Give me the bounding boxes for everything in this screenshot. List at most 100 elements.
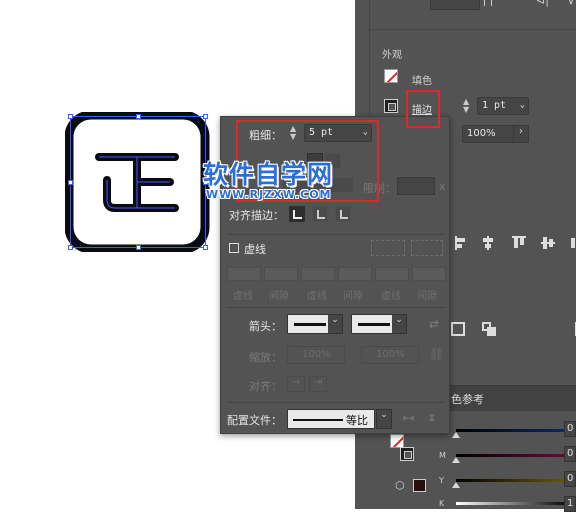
transform-strip: ⊲| ⊽ [370,0,576,30]
resize-handle[interactable] [203,114,208,119]
align-top-icon[interactable] [512,236,526,250]
gap-field-3[interactable] [412,267,446,281]
channel-label-y: Y [439,476,444,485]
align-stroke-inside-icon[interactable] [312,206,328,222]
resize-handle[interactable] [136,245,141,250]
arrow-tip-at-end-icon[interactable]: ⇥ [309,376,327,392]
chevron-down-icon: ⌄ [392,315,406,333]
tab-color-guide[interactable]: 色参考 [451,391,484,407]
color-stroke-swatch[interactable] [400,447,414,461]
watermark-title: 软件自学网 [203,160,334,189]
opacity-arrow-button[interactable]: › [513,125,529,143]
stroke-weight-dropdown[interactable]: 1 pt ⌄ [477,97,529,115]
dash-field-1[interactable] [227,267,261,281]
magenta-slider-track[interactable] [456,454,570,457]
stroke-swatch[interactable] [384,99,398,113]
arrow-align-label: 对齐： [249,380,282,393]
cyan-value[interactable]: 0 [564,421,576,437]
dash-align-icon[interactable] [411,240,443,256]
dash-field-3[interactable] [375,267,409,281]
chevron-down-icon: ⌄ [519,100,525,110]
arrow-tip-beyond-icon[interactable]: → [287,376,305,392]
start-scale-field[interactable]: 100% [287,346,345,364]
chevron-down-icon: ⌄ [328,315,342,333]
dashed-label: 虚线 [244,243,266,256]
resize-handle[interactable] [68,245,73,250]
spinner-icon[interactable] [484,0,492,6]
dash-label-1: 虚线 [233,291,253,302]
link-scale-icon[interactable]: ⛓ [429,347,444,361]
align-left-icon[interactable] [455,236,467,250]
flip-vertical-icon[interactable]: ⊽ [567,0,575,7]
channel-label-k: K [439,499,445,508]
selection-bounding-box [70,116,206,248]
flip-icon[interactable]: ⊲| [536,0,549,7]
watermark-url: WWW.RJZXW.COM [206,188,332,201]
stroke-weight-stepper[interactable]: ▲ ▼ [463,98,473,114]
yellow-slider-thumb[interactable] [452,482,460,488]
color-fill-swatch[interactable] [390,434,404,448]
profile-value: 等比 [346,414,368,427]
cyan-slider-track[interactable] [456,429,570,432]
scale-label: 缩放： [249,351,282,364]
gap-label-3: 间隙 [417,291,437,302]
pathfinder-minus-icon[interactable] [482,322,496,336]
dash-field-2[interactable] [301,267,335,281]
dash-label-2: 虚线 [307,291,327,302]
resize-handle[interactable] [68,114,73,119]
end-scale-value: 100% [376,349,405,360]
appearance-section-title: 外观 [382,50,402,61]
cube-icon[interactable]: ⬡ [395,479,405,492]
profile-label: 配置文件： [227,414,282,427]
resize-handle[interactable] [136,114,141,119]
limit-field[interactable] [397,177,435,195]
color-swatch[interactable] [413,479,426,492]
end-scale-field[interactable]: 100% [361,346,419,364]
stroke-weight-value: 1 pt [482,100,507,111]
align-middle-icon[interactable] [541,236,555,250]
channel-label-m: M [439,451,446,460]
opacity-field[interactable]: 100% [462,125,514,143]
gap-label-1: 间隙 [269,291,289,302]
watermark: 软件自学网 WWW.RJZXW.COM [203,155,333,201]
resize-handle[interactable] [68,180,73,185]
arrowheads-label: 箭头： [249,320,282,333]
separator [227,307,445,308]
limit-suffix: x [439,180,446,193]
align-bottom-icon[interactable] [569,236,576,250]
align-stroke-label: 对齐描边： [229,209,284,222]
flip-along-icon[interactable]: ▸◂ [403,411,414,424]
start-arrowhead-dropdown[interactable]: ⌄ [287,314,343,334]
black-slider-track[interactable] [456,502,570,505]
cyan-slider-thumb[interactable] [452,432,460,438]
highlight-stroke-box [406,90,440,128]
align-center-icon[interactable] [482,236,494,250]
yellow-slider-track[interactable] [456,479,570,482]
separator [227,402,445,403]
magenta-slider-thumb[interactable] [452,457,460,463]
dash-preserve-icon[interactable] [371,240,405,256]
gap-field-2[interactable] [338,267,372,281]
pathfinder-icon[interactable] [451,322,465,336]
flip-across-icon[interactable]: ⧗ [428,411,436,425]
dashed-checkbox[interactable] [229,243,239,253]
magenta-value[interactable]: 0 [564,446,576,462]
swap-arrows-icon[interactable]: ⇄ [429,317,439,331]
fill-label: 填色 [412,76,432,87]
resize-handle[interactable] [203,245,208,250]
transform-field[interactable] [430,0,480,10]
black-value[interactable]: 1 [564,496,576,512]
align-stroke-outside-icon[interactable] [335,206,351,222]
dash-label-3: 虚线 [381,291,401,302]
opacity-value: 100% [467,128,496,139]
start-scale-value: 100% [302,349,331,360]
fill-swatch-none[interactable] [384,69,398,83]
separator [227,234,445,235]
yellow-value[interactable]: 0 [564,471,576,487]
end-arrowhead-dropdown[interactable]: ⌄ [351,314,407,334]
chevron-down-icon[interactable]: ⌄ [376,409,392,429]
gap-label-2: 间隙 [343,291,363,302]
profile-dropdown[interactable]: 等比 [287,409,375,429]
gap-field-1[interactable] [264,267,298,281]
align-stroke-center-icon[interactable] [289,206,305,222]
